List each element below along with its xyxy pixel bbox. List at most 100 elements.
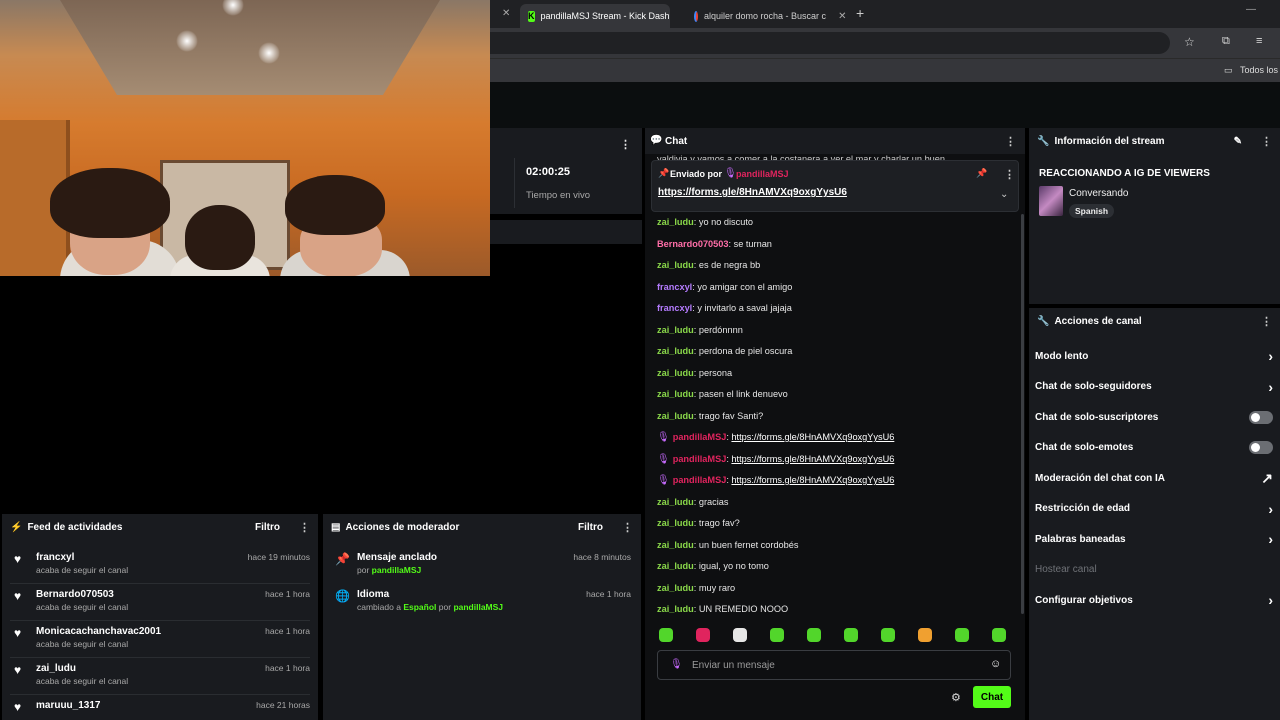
chevron-right-icon[interactable]: › <box>1268 592 1273 608</box>
chat-username[interactable]: pandillaMSJ <box>673 454 727 464</box>
feed-filter-button[interactable]: Filtro <box>255 522 280 533</box>
mod-filter-button[interactable]: Filtro <box>578 522 603 533</box>
chat-text: perdona de piel oscura <box>698 346 793 356</box>
emote-icon[interactable] <box>918 628 932 642</box>
emoji-picker-icon[interactable]: ☺ <box>990 658 1001 670</box>
all-bookmarks-link[interactable]: Todos los m <box>1240 65 1280 75</box>
emote-bar <box>657 628 1017 648</box>
close-tab-icon[interactable]: ✕ <box>502 8 510 19</box>
moderator-actions-title: Acciones de moderador <box>345 521 460 533</box>
chat-username[interactable]: francxyl <box>657 303 692 313</box>
stream-preview-toolbar <box>490 220 642 244</box>
chat-username[interactable]: zai_ludu <box>657 325 694 335</box>
chat-username[interactable]: zai_ludu <box>657 217 694 227</box>
channel-action-row[interactable]: Chat de solo-seguidores › <box>1035 377 1273 397</box>
new-tab-button[interactable]: + <box>856 5 864 21</box>
minimize-icon[interactable]: — <box>1246 4 1256 15</box>
edit-pencil-icon[interactable]: ✎ <box>1234 136 1242 147</box>
chat-username[interactable]: zai_ludu <box>657 561 694 571</box>
activity-row: ♥ Bernardo070503 acaba de seguir el canal h… <box>10 589 310 612</box>
category-thumbnail[interactable] <box>1039 186 1063 216</box>
stream-info-title: Información del stream <box>1054 135 1165 147</box>
chevron-right-icon[interactable]: › <box>1268 531 1273 547</box>
chat-scrollbar[interactable] <box>1021 214 1024 614</box>
toggle-switch[interactable] <box>1249 441 1273 454</box>
activity-row: ♥ zai_ludu acaba de seguir el canal hace 1 … <box>10 663 310 686</box>
channel-action-row[interactable]: Palabras baneadas › <box>1035 529 1273 549</box>
close-tab-icon[interactable]: ✕ <box>838 11 846 22</box>
chat-username[interactable]: zai_ludu <box>657 368 694 378</box>
emote-icon[interactable] <box>992 628 1006 642</box>
chat-link[interactable]: https://forms.gle/8HnAMVXq9oxgYysU6 <box>731 432 894 442</box>
chat-username[interactable]: zai_ludu <box>657 260 694 270</box>
pinned-options-icon[interactable]: ⋮ <box>1004 168 1015 181</box>
language-value: Español <box>403 602 437 612</box>
mod-action-user[interactable]: pandillaMSJ <box>453 602 503 612</box>
more-options-icon[interactable]: ⋮ <box>620 138 631 151</box>
extensions-icon[interactable]: ⧉ <box>1222 35 1230 48</box>
person-right-hair <box>285 175 385 235</box>
chat-username[interactable]: zai_ludu <box>657 411 694 421</box>
tab-kick-dashboard[interactable]: K pandillaMSJ Stream - Kick Dash ✕ <box>520 4 670 28</box>
pinned-link[interactable]: https://forms.gle/8HnAMVXq9oxgYysU6 <box>658 187 847 198</box>
chat-input[interactable]: 🎙 Enviar un mensaje ☺ <box>657 650 1011 680</box>
channel-action-row[interactable]: Chat de solo-suscriptores <box>1035 407 1273 427</box>
emote-icon[interactable] <box>881 628 895 642</box>
pinned-sender[interactable]: pandillaMSJ <box>736 169 789 179</box>
folder-icon: ▭ <box>1224 65 1233 75</box>
mod-options-icon[interactable]: ⋮ <box>622 521 633 534</box>
chat-message: zai_ludu: muy raro <box>657 583 735 593</box>
emote-icon[interactable] <box>844 628 858 642</box>
chat-username[interactable]: zai_ludu <box>657 497 694 507</box>
info-options-icon[interactable]: ⋮ <box>1261 135 1272 148</box>
emote-icon[interactable] <box>770 628 784 642</box>
chevron-down-icon[interactable]: ⌄ <box>1000 189 1008 200</box>
chevron-right-icon[interactable]: › <box>1268 379 1273 395</box>
stream-category[interactable]: Conversando <box>1069 188 1128 199</box>
browser-tab-bar: ✕ K pandillaMSJ Stream - Kick Dash ✕ alq… <box>490 0 1280 28</box>
unpin-icon[interactable]: 📌 <box>976 168 987 179</box>
chat-username[interactable]: pandillaMSJ <box>673 432 727 442</box>
emote-icon[interactable] <box>659 628 673 642</box>
tab-google-search[interactable]: alquiler domo rocha - Buscar c ✕ <box>686 4 846 28</box>
chat-username[interactable]: zai_ludu <box>657 389 694 399</box>
bookmark-star-icon[interactable]: ☆ <box>1184 35 1195 49</box>
external-link-icon[interactable]: ↗ <box>1261 470 1273 487</box>
microphone-icon: 🎙 <box>724 168 737 179</box>
emote-icon[interactable] <box>696 628 710 642</box>
chat-link[interactable]: https://forms.gle/8HnAMVXq9oxgYysU6 <box>731 475 894 485</box>
emote-icon[interactable] <box>807 628 821 642</box>
address-bar[interactable] <box>490 32 1170 54</box>
actions-options-icon[interactable]: ⋮ <box>1261 315 1272 328</box>
chat-username[interactable]: francxyl <box>657 282 692 292</box>
chat-username[interactable]: zai_ludu <box>657 540 694 550</box>
channel-action-row[interactable]: Chat de solo-emotes <box>1035 438 1273 458</box>
chat-username[interactable]: zai_ludu <box>657 346 694 356</box>
chat-settings-gear-icon[interactable]: ⚙ <box>951 691 961 704</box>
chat-link[interactable]: https://forms.gle/8HnAMVXq9oxgYysU6 <box>731 454 894 464</box>
activity-row: ♥ francxyl acaba de seguir el canal hace 19… <box>10 552 310 575</box>
mod-action-time: hace 1 hora <box>586 589 631 599</box>
channel-action-row[interactable]: Moderación del chat con IA ↗ <box>1035 468 1273 488</box>
chat-username[interactable]: Bernardo070503 <box>657 239 729 249</box>
ceiling-lamp <box>258 42 280 64</box>
emote-icon[interactable] <box>733 628 747 642</box>
chat-options-icon[interactable]: ⋮ <box>1005 135 1016 148</box>
channel-action-row[interactable]: Configurar objetivos › <box>1035 590 1273 610</box>
chat-username[interactable]: zai_ludu <box>657 604 694 614</box>
chat-username[interactable]: zai_ludu <box>657 518 694 528</box>
mod-action-user[interactable]: pandillaMSJ <box>372 565 422 575</box>
chevron-right-icon[interactable]: › <box>1268 501 1273 517</box>
toggle-switch[interactable] <box>1249 410 1273 424</box>
chat-username[interactable]: zai_ludu <box>657 583 694 593</box>
chevron-right-icon[interactable]: › <box>1268 348 1273 364</box>
chat-username[interactable]: pandillaMSJ <box>673 475 727 485</box>
channel-action-row[interactable]: Modo lento › <box>1035 346 1273 366</box>
stream-stats-panel: ⋮ 02:00:25 Tiempo en vivo <box>490 128 642 214</box>
emote-icon[interactable] <box>955 628 969 642</box>
wrench-icon: 🔧 <box>1037 135 1050 147</box>
channel-action-row[interactable]: Restricción de edad › <box>1035 499 1273 519</box>
media-control-icon[interactable]: ≡ <box>1256 35 1262 47</box>
chat-send-button[interactable]: Chat <box>973 686 1011 708</box>
feed-options-icon[interactable]: ⋮ <box>299 521 310 534</box>
